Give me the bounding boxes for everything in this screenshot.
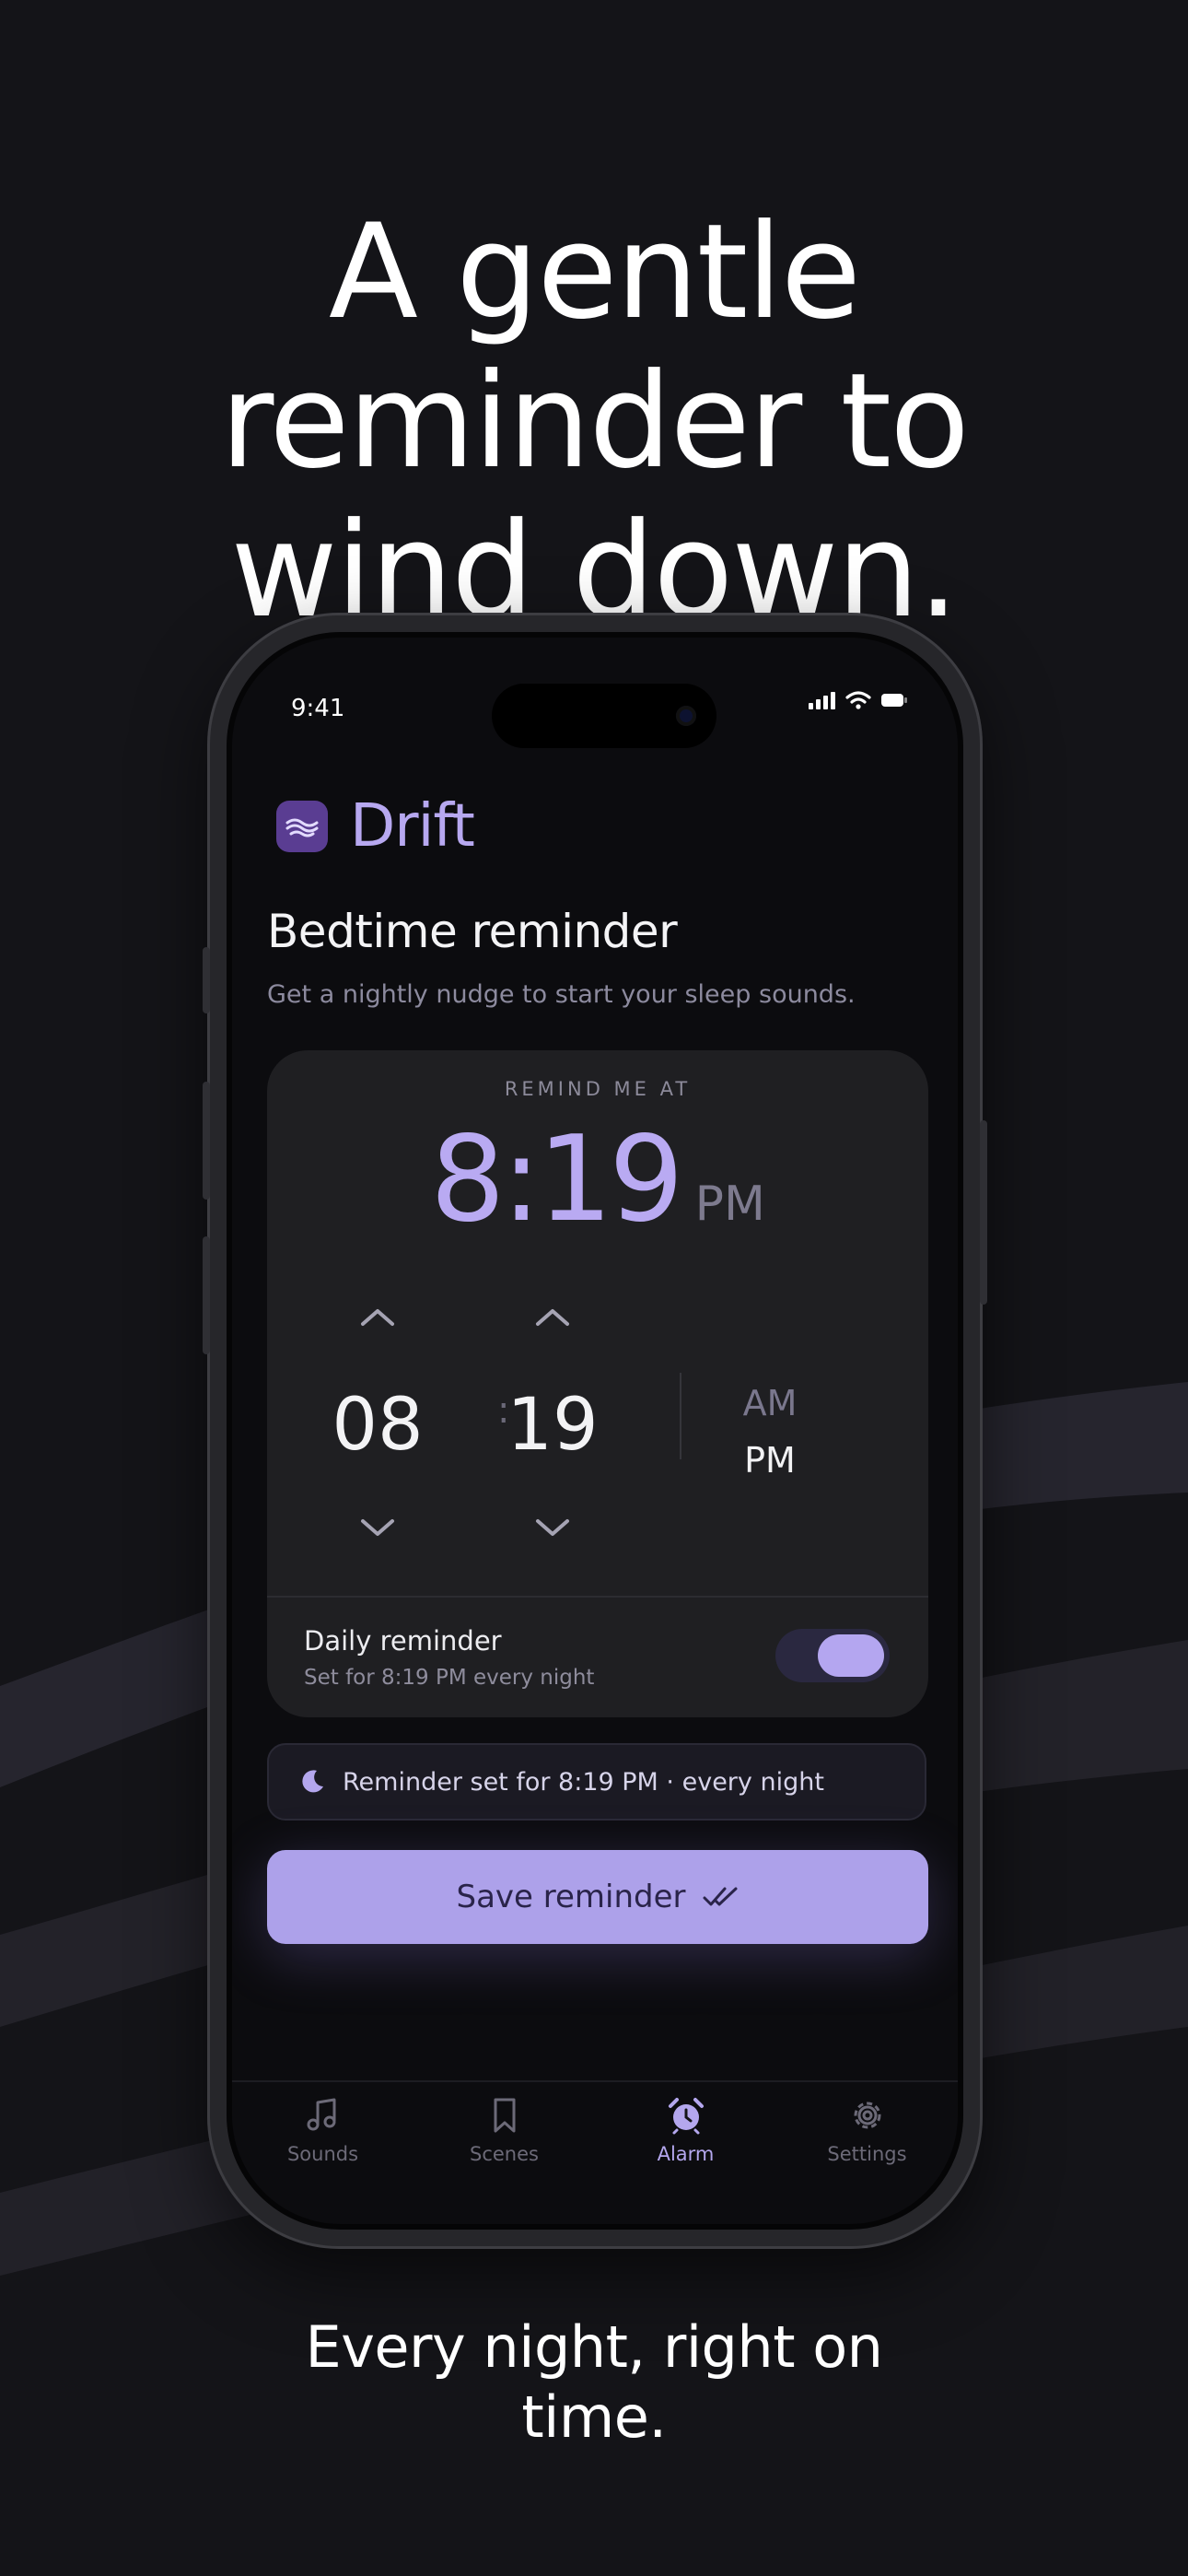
hour-value[interactable]: 08 [304,1384,451,1467]
banner-text: Reminder set for 8:19 PM · every night [343,1767,824,1797]
phone-screen: 9:41 Drift Bedtime reminder Get a nightl… [227,632,963,2230]
tab-bar: Sounds Scenes Alarm Settings [232,2080,958,2193]
bookmark-icon [494,2098,515,2133]
caption-line: time. [521,2383,667,2451]
signal-icon [809,692,835,709]
volume-down-button [203,1236,210,1354]
camera-icon [676,706,696,726]
headline-line: A gentle [328,196,861,349]
selected-period: PM [694,1177,765,1232]
selected-time-display: 8:19 PM [267,1111,928,1273]
chevron-down-icon [361,1519,394,1536]
alarm-clock-icon [668,2098,704,2135]
app-brand: Drift [276,792,475,861]
tab-settings[interactable]: Settings [776,2082,958,2193]
minute-decrement-button[interactable] [479,1509,626,1546]
double-check-icon [703,1887,737,1906]
caption-line: Every night, right on [305,2313,883,2381]
tab-label: Settings [827,2143,907,2165]
tab-scenes[interactable]: Scenes [413,2082,595,2193]
daily-reminder-row: Daily reminder Set for 8:19 PM every nig… [267,1596,928,1717]
chevron-up-icon [361,1309,394,1326]
daily-reminder-title: Daily reminder [304,1625,502,1657]
volume-up-button [203,1082,210,1200]
period-option-pm[interactable]: PM [715,1432,825,1489]
save-reminder-label: Save reminder [456,1879,686,1915]
minute-increment-button[interactable] [479,1297,626,1334]
moon-icon [298,1768,326,1796]
tab-label: Scenes [470,2143,539,2165]
marketing-headline: A gentle reminder to wind down. [0,198,1188,646]
minute-value[interactable]: 19 [479,1384,626,1467]
selected-time: 8:19 [430,1111,683,1248]
status-time: 9:41 [291,695,345,722]
marketing-caption: Every night, right on time. [0,2313,1188,2453]
minute-picker: 19 [479,1297,626,1546]
confirmation-banner: Reminder set for 8:19 PM · every night [267,1743,926,1821]
save-reminder-button[interactable]: Save reminder [267,1850,928,1944]
tab-label: Alarm [657,2143,715,2165]
tab-label: Sounds [286,2143,359,2165]
picker-divider [680,1373,681,1459]
period-option-am[interactable]: AM [715,1375,825,1432]
daily-reminder-toggle[interactable] [775,1629,890,1682]
hour-increment-button[interactable] [304,1297,451,1334]
time-picker-card: REMIND ME AT 8:19 PM 08 : 19 AM PM Daily… [267,1050,928,1717]
tab-sounds[interactable]: Sounds [232,2082,413,2193]
wifi-icon [845,691,871,709]
chevron-up-icon [536,1309,569,1326]
toggle-knob [818,1634,884,1677]
period-picker: AM PM [715,1375,825,1489]
headline-line: reminder to [220,345,970,498]
hour-picker: 08 [304,1297,451,1546]
action-button [203,947,210,1013]
hour-decrement-button[interactable] [304,1509,451,1546]
app-name: Drift [350,792,475,861]
page-subtitle: Get a nightly nudge to start your sleep … [267,980,856,1009]
daily-reminder-subtitle: Set for 8:19 PM every night [304,1666,595,1690]
tab-alarm[interactable]: Alarm [595,2082,776,2193]
phone-frame: 9:41 Drift Bedtime reminder Get a nightl… [203,615,987,2246]
waves-logo-icon [276,801,328,852]
power-button [980,1120,987,1305]
status-icons [809,691,908,709]
music-note-icon [307,2098,335,2131]
remind-label: REMIND ME AT [504,1078,692,1100]
page-title: Bedtime reminder [267,905,678,958]
gear-icon [854,2102,880,2129]
battery-icon [881,694,907,707]
dynamic-island [492,684,716,748]
chevron-down-icon [536,1519,569,1536]
